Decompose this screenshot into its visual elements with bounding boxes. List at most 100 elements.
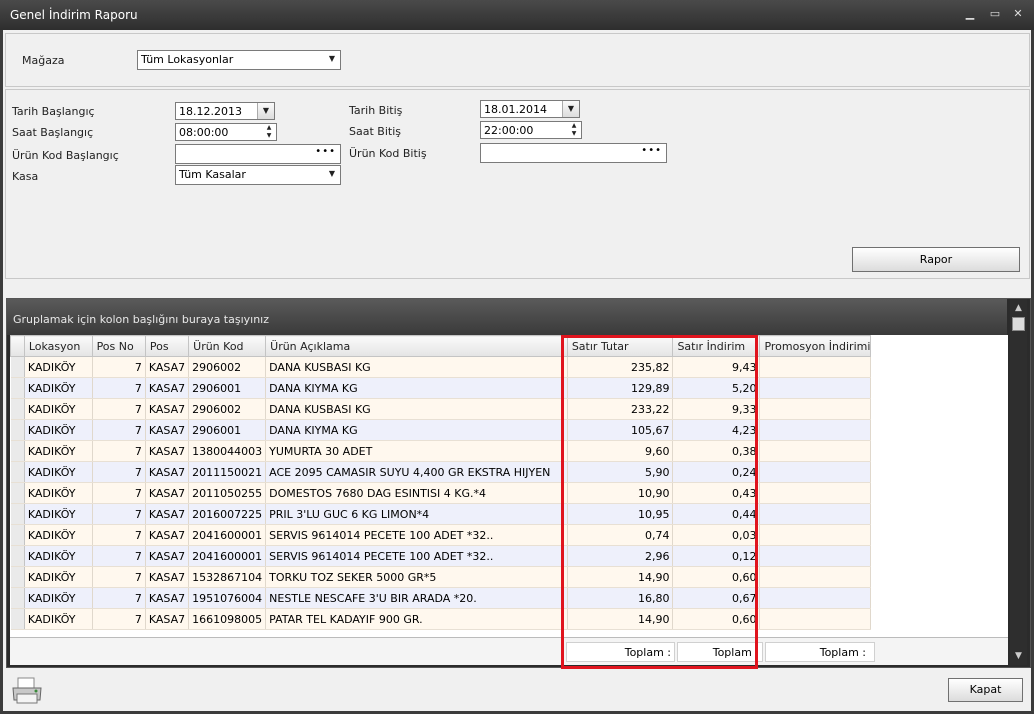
cell-description[interactable]: ACE 2095 CAMASIR SUYU 4,400 GR EKSTRA HI… (265, 461, 568, 483)
cell-pos-no[interactable]: 7 (92, 587, 146, 609)
cell-pos-no[interactable]: 7 (92, 398, 146, 420)
group-by-area[interactable]: Gruplamak için kolon başlığını buraya ta… (7, 299, 1007, 335)
cell-location[interactable]: KADIKÖY (24, 503, 93, 525)
spin-down-icon[interactable]: ▼ (568, 130, 580, 138)
cell-location[interactable]: KADIKÖY (24, 398, 93, 420)
cell-pos-no[interactable]: 7 (92, 356, 146, 378)
scroll-down-icon[interactable]: ▼ (1010, 649, 1027, 663)
cell-pos[interactable]: KASA7 (145, 524, 190, 546)
column-header-description[interactable]: Ürün Açıklama (265, 335, 568, 357)
store-select[interactable]: Tüm Lokasyonlar ▼ (137, 50, 341, 70)
cell-location[interactable]: KADIKÖY (24, 461, 93, 483)
cell-description[interactable]: SERVIS 9614014 PECETE 100 ADET *32.. (265, 524, 568, 546)
cell-pos-no[interactable]: 7 (92, 608, 146, 630)
cell-pos[interactable]: KASA7 (145, 545, 190, 567)
cell-product-code[interactable]: 2041600001 (188, 524, 267, 546)
ellipsis-icon[interactable]: ••• (315, 146, 336, 157)
table-row[interactable]: KADIKÖY 7 KASA7 2011050255 DOMESTOS 7680 DAG… (10, 482, 1008, 504)
cell-product-code[interactable]: 2041600001 (188, 545, 267, 567)
minimize-icon[interactable]: ▁ (962, 6, 978, 22)
cell-line-amount[interactable]: 14,90 (567, 566, 674, 588)
cell-line-discount[interactable]: 4,23 (672, 419, 761, 441)
cell-product-code[interactable]: 2011150021 (188, 461, 267, 483)
cell-line-discount[interactable]: 0,43 (672, 482, 761, 504)
column-header-pos[interactable]: Pos (144, 335, 190, 357)
cell-pos-no[interactable]: 7 (92, 461, 146, 483)
code-end-input[interactable]: ••• (480, 143, 667, 163)
cell-pos[interactable]: KASA7 (145, 461, 190, 483)
maximize-icon[interactable]: ▭ (987, 6, 1003, 22)
cell-line-discount[interactable]: 0,38 (672, 440, 761, 462)
cell-promo-discount[interactable] (759, 398, 872, 420)
cell-pos-no[interactable]: 7 (92, 566, 146, 588)
cell-location[interactable]: KADIKÖY (24, 440, 93, 462)
column-header-line-discount[interactable]: Satır İndirim (672, 335, 761, 357)
cell-line-discount[interactable]: 0,03 (672, 524, 761, 546)
cell-location[interactable]: KADIKÖY (24, 608, 93, 630)
date-end-picker[interactable]: 18.01.2014 ▼ (480, 100, 580, 118)
column-header-product-code[interactable]: Ürün Kod (188, 335, 267, 357)
row-indicator[interactable] (10, 461, 25, 483)
cell-promo-discount[interactable] (759, 608, 872, 630)
cell-promo-discount[interactable] (759, 419, 872, 441)
cell-line-amount[interactable]: 0,74 (567, 524, 674, 546)
row-indicator[interactable] (10, 377, 25, 399)
spin-down-icon[interactable]: ▼ (263, 132, 275, 140)
cell-line-discount[interactable]: 0,67 (672, 587, 761, 609)
cell-product-code[interactable]: 2906002 (188, 398, 267, 420)
chevron-down-icon[interactable]: ▼ (562, 101, 579, 117)
cell-product-code[interactable]: 2906002 (188, 356, 267, 378)
cell-pos-no[interactable]: 7 (92, 524, 146, 546)
column-header-pos-no[interactable]: Pos No (91, 335, 146, 357)
cell-pos[interactable]: KASA7 (145, 587, 190, 609)
cell-promo-discount[interactable] (759, 461, 872, 483)
cell-promo-discount[interactable] (759, 440, 872, 462)
row-indicator[interactable] (10, 419, 25, 441)
table-row[interactable]: KADIKÖY 7 KASA7 2906002 DANA KUSBASI KG 235,8… (10, 356, 1008, 378)
cell-product-code[interactable]: 1951076004 (188, 587, 267, 609)
cell-product-code[interactable]: 2906001 (188, 419, 267, 441)
cell-pos[interactable]: KASA7 (145, 440, 190, 462)
table-row[interactable]: KADIKÖY 7 KASA7 2906001 DANA KIYMA KG 129,89 5… (10, 377, 1008, 399)
table-row[interactable]: KADIKÖY 7 KASA7 2011150021 ACE 2095 CAMASIR … (10, 461, 1008, 483)
cell-pos[interactable]: KASA7 (145, 482, 190, 504)
cell-line-amount[interactable]: 129,89 (567, 377, 674, 399)
report-button[interactable]: Rapor (852, 247, 1020, 272)
cell-line-amount[interactable]: 14,90 (567, 608, 674, 630)
cell-line-amount[interactable]: 9,60 (567, 440, 674, 462)
cell-pos[interactable]: KASA7 (145, 503, 190, 525)
cell-description[interactable]: DOMESTOS 7680 DAG ESINTISI 4 KG.*4 (265, 482, 568, 504)
cell-location[interactable]: KADIKÖY (24, 377, 93, 399)
cell-location[interactable]: KADIKÖY (24, 419, 93, 441)
printer-icon[interactable] (10, 676, 44, 706)
cell-product-code[interactable]: 1532867104 (188, 566, 267, 588)
scroll-thumb[interactable] (1012, 317, 1025, 331)
table-row[interactable]: KADIKÖY 7 KASA7 1380044003 YUMURTA 30 ADET 9,… (10, 440, 1008, 462)
time-end-spinner[interactable]: 22:00:00 ▲ ▼ (480, 121, 582, 139)
cell-promo-discount[interactable] (759, 566, 872, 588)
row-indicator[interactable] (10, 482, 25, 504)
cell-location[interactable]: KADIKÖY (24, 524, 93, 546)
cell-description[interactable]: YUMURTA 30 ADET (265, 440, 568, 462)
spin-up-icon[interactable]: ▲ (263, 124, 275, 132)
row-indicator[interactable] (10, 503, 25, 525)
cell-location[interactable]: KADIKÖY (24, 566, 93, 588)
row-indicator[interactable] (10, 356, 25, 378)
cell-line-amount[interactable]: 233,22 (567, 398, 674, 420)
table-row[interactable]: KADIKÖY 7 KASA7 1951076004 NESTLE NESCAFE 3'… (10, 587, 1008, 609)
table-row[interactable]: KADIKÖY 7 KASA7 2906002 DANA KUSBASI KG 233,2… (10, 398, 1008, 420)
column-header-promo-discount[interactable]: Promosyon İndirimi (759, 335, 872, 357)
cell-location[interactable]: KADIKÖY (24, 545, 93, 567)
cell-location[interactable]: KADIKÖY (24, 482, 93, 504)
cell-line-discount[interactable]: 9,33 (672, 398, 761, 420)
cell-promo-discount[interactable] (759, 377, 872, 399)
cell-line-amount[interactable]: 2,96 (567, 545, 674, 567)
cell-pos[interactable]: KASA7 (145, 608, 190, 630)
cell-pos[interactable]: KASA7 (145, 356, 190, 378)
cell-line-discount[interactable]: 9,43 (672, 356, 761, 378)
cell-pos-no[interactable]: 7 (92, 419, 146, 441)
cell-description[interactable]: NESTLE NESCAFE 3'U BIR ARADA *20. (265, 587, 568, 609)
cell-line-discount[interactable]: 0,44 (672, 503, 761, 525)
row-indicator[interactable] (10, 524, 25, 546)
table-row[interactable]: KADIKÖY 7 KASA7 1661098005 PATAR TEL KADAYIF… (10, 608, 1008, 630)
